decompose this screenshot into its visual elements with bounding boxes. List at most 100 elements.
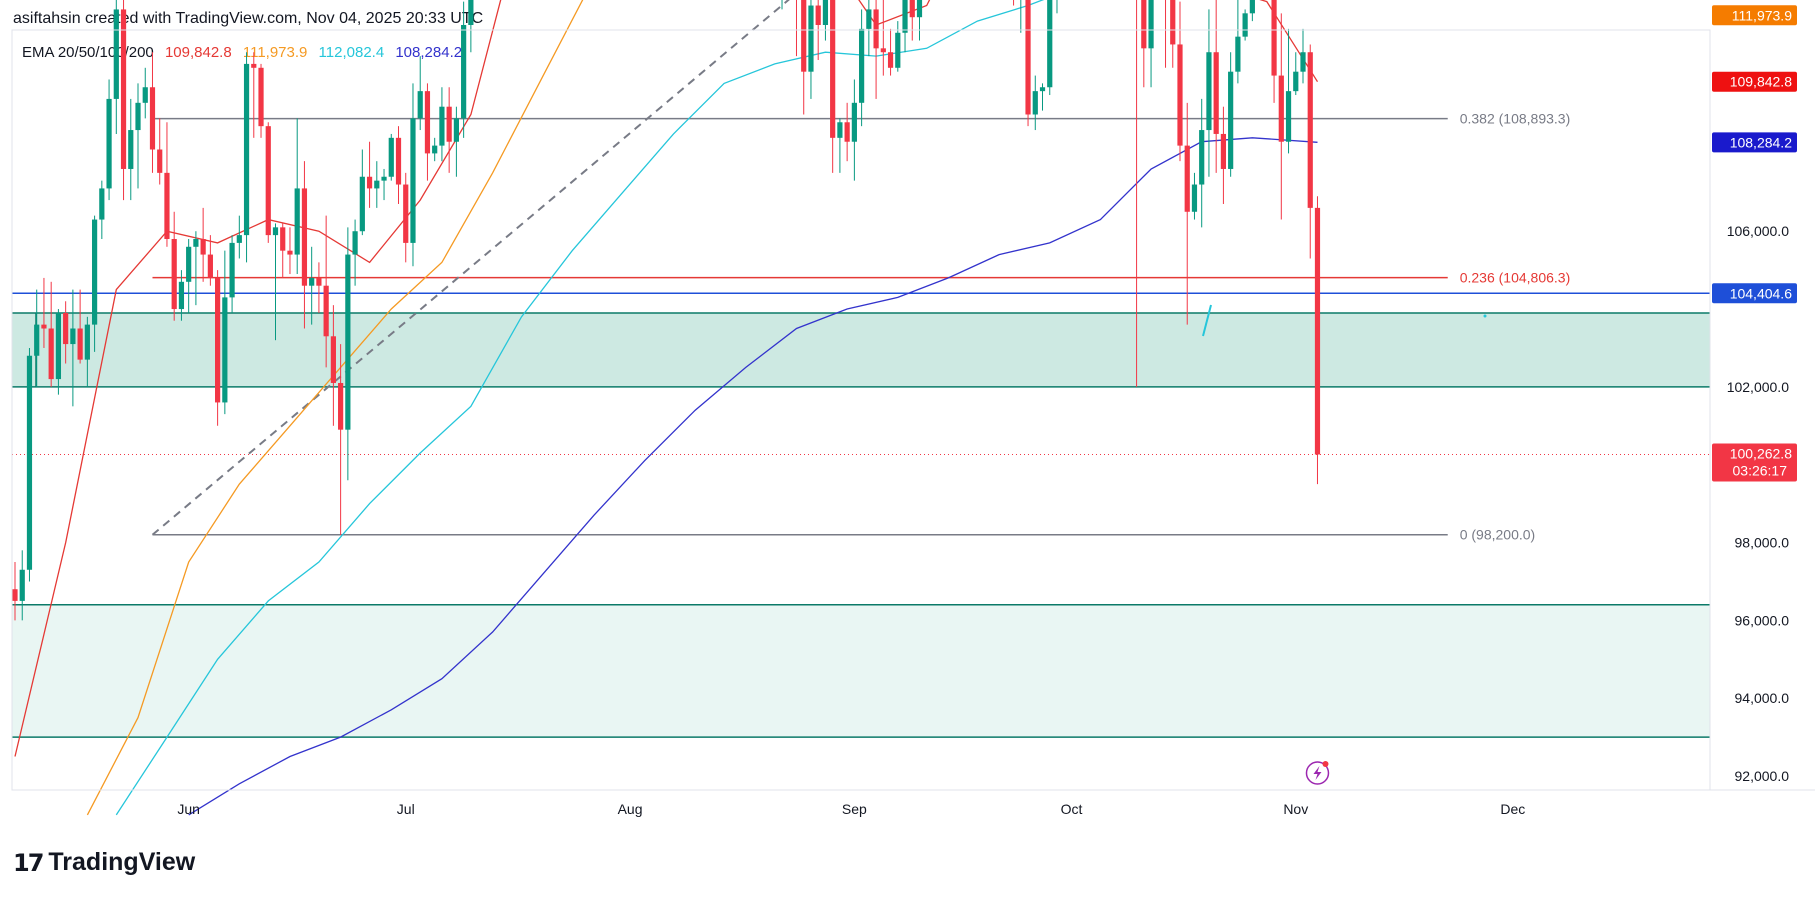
event-icon[interactable] xyxy=(1305,761,1330,785)
x-tick-label: Jul xyxy=(397,801,415,817)
candle-body xyxy=(70,328,76,345)
tradingview-logo[interactable]: 17 TradingView xyxy=(13,848,195,877)
candle-body xyxy=(424,91,431,154)
candle-body xyxy=(446,106,452,142)
candle xyxy=(1047,0,1053,96)
candle-body xyxy=(830,0,836,138)
candle xyxy=(859,9,865,127)
candle-body xyxy=(91,219,98,325)
candle xyxy=(801,0,807,115)
demand-zone-1 xyxy=(12,604,1710,738)
candle xyxy=(265,122,271,243)
candle-body xyxy=(338,382,344,430)
candle-body xyxy=(157,149,163,173)
candle xyxy=(1206,9,1212,177)
candle xyxy=(453,106,459,177)
candle xyxy=(1235,0,1241,84)
candle-body xyxy=(895,32,901,68)
candle-body xyxy=(222,297,228,403)
candle xyxy=(1039,83,1046,111)
candle-body xyxy=(12,589,18,601)
candle-body xyxy=(439,106,445,146)
candle xyxy=(222,250,228,415)
candle-body xyxy=(1314,207,1321,455)
candle-body xyxy=(417,91,423,119)
candle xyxy=(1191,172,1198,220)
candle-body xyxy=(186,246,192,282)
x-tick-label: Oct xyxy=(1061,801,1083,817)
candle xyxy=(1148,0,1154,88)
candle-body xyxy=(1278,75,1284,142)
y-tick-label: 106,000.0 xyxy=(1727,223,1789,239)
candle-body xyxy=(866,9,872,29)
candle-body xyxy=(801,0,807,72)
candle xyxy=(374,161,380,208)
candle-body xyxy=(63,312,69,345)
candle-body xyxy=(410,118,416,243)
candle-body xyxy=(1271,0,1277,76)
y-tick-label: 98,000.0 xyxy=(1735,535,1790,551)
marker-dot xyxy=(1483,314,1487,318)
candle xyxy=(1220,106,1227,204)
candle xyxy=(830,0,836,173)
candle xyxy=(1025,0,1031,127)
candle-body xyxy=(229,242,235,298)
candle xyxy=(1285,28,1292,154)
fib-level-label-4: 0.382 (108,893.3) xyxy=(1460,111,1571,127)
candle-body xyxy=(1148,0,1154,49)
price-chart[interactable]: 1 (126,193.0)0.786 (120,202.5)0.618 (115… xyxy=(0,0,1815,901)
tradingview-wordmark: TradingView xyxy=(48,848,196,876)
candle-body xyxy=(1141,0,1147,49)
candle xyxy=(316,262,322,313)
x-tick-label: Nov xyxy=(1283,801,1308,817)
candle xyxy=(359,149,365,236)
x-tick-label: Aug xyxy=(618,801,643,817)
candle-body xyxy=(1206,52,1212,131)
candle-body xyxy=(142,87,148,103)
candle-body xyxy=(1242,13,1248,37)
candle-body xyxy=(26,355,33,570)
candle xyxy=(1271,0,1277,103)
candle-body xyxy=(48,328,54,380)
candle xyxy=(822,0,829,41)
candle-body xyxy=(330,336,336,383)
candle-body xyxy=(844,122,850,142)
candle xyxy=(215,270,221,426)
candle xyxy=(1249,0,1255,22)
candle-body xyxy=(265,126,271,236)
candle xyxy=(808,0,814,99)
candle xyxy=(1056,0,1058,14)
candle-body xyxy=(859,28,865,103)
candle xyxy=(345,227,351,481)
price-tag-label-4: 104,404.6 xyxy=(1730,285,1792,301)
candle-body xyxy=(323,285,329,337)
candle-body xyxy=(1184,145,1190,212)
candle-body xyxy=(366,176,373,189)
candle-body xyxy=(178,281,185,310)
price-tag-label-3: 108,284.2 xyxy=(1730,134,1792,150)
candle xyxy=(106,79,112,201)
candle xyxy=(909,0,915,41)
candle xyxy=(1307,44,1313,259)
candle xyxy=(113,0,119,134)
candle xyxy=(1278,13,1284,220)
candle-body xyxy=(41,324,47,329)
candle xyxy=(251,52,257,138)
candle xyxy=(1213,0,1219,173)
y-tick-label: 102,000.0 xyxy=(1727,379,1789,395)
x-tick-label: Dec xyxy=(1500,801,1525,817)
candle-body xyxy=(345,254,351,430)
candle-body xyxy=(453,118,459,142)
candle-body xyxy=(1220,133,1227,169)
candle-body xyxy=(1177,44,1183,146)
candle-body xyxy=(77,328,83,360)
candle-body xyxy=(1047,0,1053,88)
candle-body xyxy=(395,137,402,185)
candle xyxy=(142,67,148,119)
candle-body xyxy=(1293,71,1299,92)
candle xyxy=(171,211,177,321)
candle-body xyxy=(164,172,170,240)
candle xyxy=(446,87,452,173)
candle xyxy=(258,63,264,138)
candle xyxy=(837,118,843,173)
